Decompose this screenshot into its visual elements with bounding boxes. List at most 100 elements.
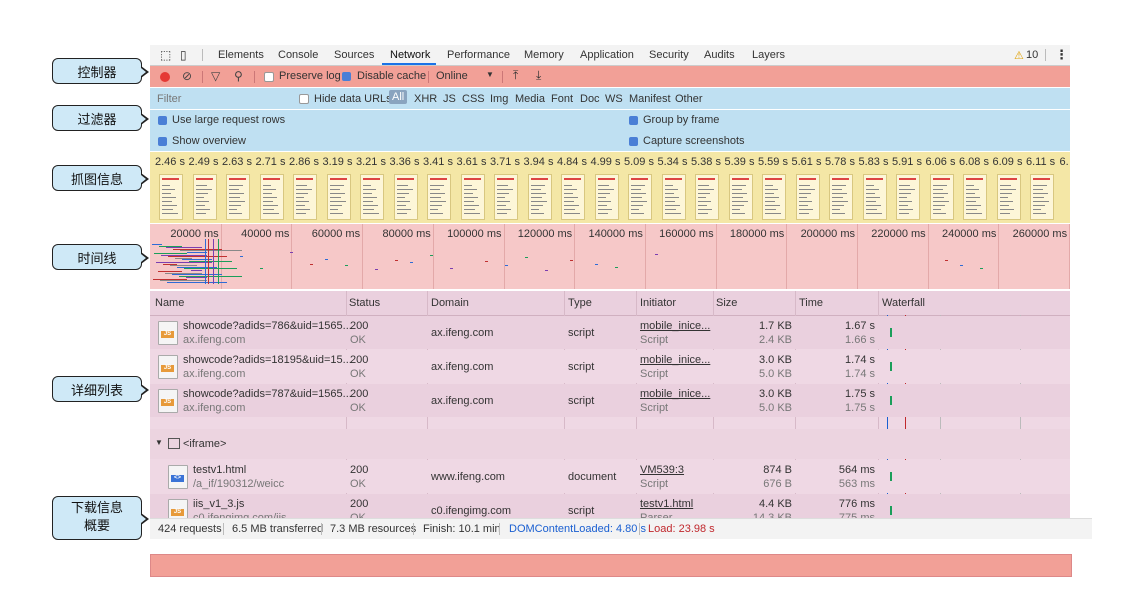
column-header-initiator[interactable]: Initiator [640, 297, 676, 309]
frame-thumbnail[interactable] [762, 174, 786, 220]
frame-thumbnail[interactable] [226, 174, 250, 220]
filter-type-all[interactable]: All [389, 90, 408, 104]
frame-thumbnail[interactable] [360, 174, 384, 220]
record-icon[interactable] [160, 72, 170, 82]
tab-application[interactable]: Application [580, 49, 634, 61]
filter-type-doc[interactable]: Doc [580, 93, 600, 105]
column-header-size[interactable]: Size [716, 297, 737, 309]
frame-thumbnail[interactable] [695, 174, 719, 220]
frame-thumbnail[interactable] [460, 174, 485, 220]
frame-thumbnail[interactable] [594, 174, 619, 220]
frame-time-label: 4.84 s [557, 156, 587, 168]
warning-count[interactable]: 10 [1026, 49, 1038, 61]
frame-thumbnail[interactable] [159, 174, 183, 220]
timeline-gridline [1069, 224, 1071, 289]
table-row[interactable]: JS showcode?adids=787&uid=1565... ax.ifeng… [150, 384, 1070, 417]
frame-thumbnail[interactable] [192, 174, 217, 220]
request-latency: 1.74 s [845, 368, 875, 380]
frame-thumbnail[interactable] [862, 174, 887, 220]
table-row[interactable]: <> testv1.html/a_if/190312/weicc 200 OK www.… [150, 460, 1070, 493]
tab-elements[interactable]: Elements [218, 49, 264, 61]
preserve-log-checkbox[interactable] [264, 72, 274, 82]
filter-type-xhr[interactable]: XHR [414, 93, 437, 105]
frame-thumbnail[interactable] [293, 174, 317, 220]
clear-icon[interactable]: ⊘ [182, 69, 192, 83]
filter-type-manifest[interactable]: Manifest [629, 93, 671, 105]
disclosure-triangle-icon[interactable]: ▼ [155, 438, 163, 447]
request-name[interactable]: showcode?adids=18195&uid=15... [183, 354, 352, 366]
frame-thumbnail[interactable] [628, 174, 652, 220]
frame-thumbnail[interactable] [393, 174, 418, 220]
request-name[interactable]: showcode?adids=786&uid=1565... [183, 320, 352, 332]
column-header-domain[interactable]: Domain [431, 297, 469, 309]
filter-type-media[interactable]: Media [515, 93, 545, 105]
frame-thumbnail[interactable] [661, 174, 686, 220]
import-har-icon[interactable]: ⤒ [513, 68, 518, 83]
group-by-frame-checkbox[interactable] [629, 116, 638, 125]
frame-thumbnail[interactable] [326, 174, 351, 220]
chevron-down-icon[interactable]: ▼ [486, 70, 494, 79]
capture-screenshots-checkbox[interactable] [629, 137, 638, 146]
frame-thumbnail[interactable] [427, 174, 451, 220]
tab-audits[interactable]: Audits [704, 49, 735, 61]
tab-memory[interactable]: Memory [524, 49, 564, 61]
frame-thumbnail[interactable] [829, 174, 853, 220]
search-icon[interactable]: ⚲ [234, 69, 243, 83]
request-initiator[interactable]: VM539:3 [640, 464, 684, 476]
frame-thumbnail[interactable] [1030, 174, 1054, 220]
request-name[interactable]: testv1.html [193, 464, 246, 476]
tab-security[interactable]: Security [649, 49, 689, 61]
timeline-overview[interactable]: 20000 ms 40000 ms 60000 ms 80000 ms 100000 m… [150, 224, 1071, 289]
timeline-request-dot [545, 270, 548, 271]
device-toolbar-icon[interactable]: ▯ [180, 48, 187, 62]
request-initiator[interactable]: mobile_inice... [640, 388, 710, 400]
frame-thumbnail[interactable] [527, 174, 552, 220]
filter-type-other[interactable]: Other [675, 93, 703, 105]
filter-type-img[interactable]: Img [490, 93, 508, 105]
tab-performance[interactable]: Performance [447, 49, 510, 61]
frame-thumbnail[interactable] [494, 174, 518, 220]
filter-type-js[interactable]: JS [443, 93, 456, 105]
request-initiator[interactable]: testv1.html [640, 498, 693, 510]
request-initiator[interactable]: mobile_inice... [640, 354, 710, 366]
tab-layers[interactable]: Layers [752, 49, 785, 61]
frame-thumbnail[interactable] [929, 174, 954, 220]
column-header-status[interactable]: Status [349, 297, 380, 309]
table-row[interactable]: JS showcode?adids=18195&uid=15... ax.ifeng… [150, 350, 1070, 383]
hide-data-urls-checkbox[interactable] [299, 94, 309, 104]
timeline-gridline [715, 224, 717, 289]
frame-thumbnail[interactable] [728, 174, 753, 220]
warning-icon[interactable]: ⚠ [1014, 49, 1024, 62]
column-header-waterfall[interactable]: Waterfall [882, 297, 925, 309]
filter-input[interactable]: Filter [157, 93, 181, 105]
column-header-type[interactable]: Type [568, 297, 592, 309]
frame-thumbnail[interactable] [996, 174, 1021, 220]
disable-cache-checkbox[interactable] [342, 72, 351, 81]
group-row-iframe[interactable]: ▼ <iframe> [150, 429, 1070, 459]
throttle-select[interactable]: Online [436, 70, 468, 82]
request-name[interactable]: iis_v1_3.js [193, 498, 244, 510]
more-menu-icon[interactable]: ⋮ [1055, 47, 1068, 63]
large-rows-checkbox[interactable] [158, 116, 167, 125]
tab-console[interactable]: Console [278, 49, 318, 61]
filter-type-ws[interactable]: WS [605, 93, 623, 105]
filter-type-css[interactable]: CSS [462, 93, 485, 105]
table-row[interactable]: JS showcode?adids=786&uid=1565... ax.ifeng… [150, 316, 1070, 349]
filter-icon[interactable]: ▽ [211, 69, 220, 83]
column-header-name[interactable]: Name [155, 297, 184, 309]
frame-thumbnail[interactable] [259, 174, 284, 220]
filter-type-font[interactable]: Font [551, 93, 573, 105]
tab-sources[interactable]: Sources [334, 49, 374, 61]
frame-thumbnail[interactable] [896, 174, 920, 220]
timeline-tick-label: 120000 ms [517, 228, 573, 240]
tab-network[interactable]: Network [390, 49, 430, 61]
request-initiator[interactable]: mobile_inice... [640, 320, 710, 332]
frame-thumbnail[interactable] [561, 174, 585, 220]
column-header-time[interactable]: Time [799, 297, 823, 309]
inspect-element-icon[interactable]: ⬚ [160, 48, 171, 62]
export-har-icon[interactable]: ⤓ [536, 68, 541, 83]
frame-thumbnail[interactable] [795, 174, 820, 220]
request-name[interactable]: showcode?adids=787&uid=1565... [183, 388, 352, 400]
frame-thumbnail[interactable] [963, 174, 987, 220]
show-overview-checkbox[interactable] [158, 137, 167, 146]
